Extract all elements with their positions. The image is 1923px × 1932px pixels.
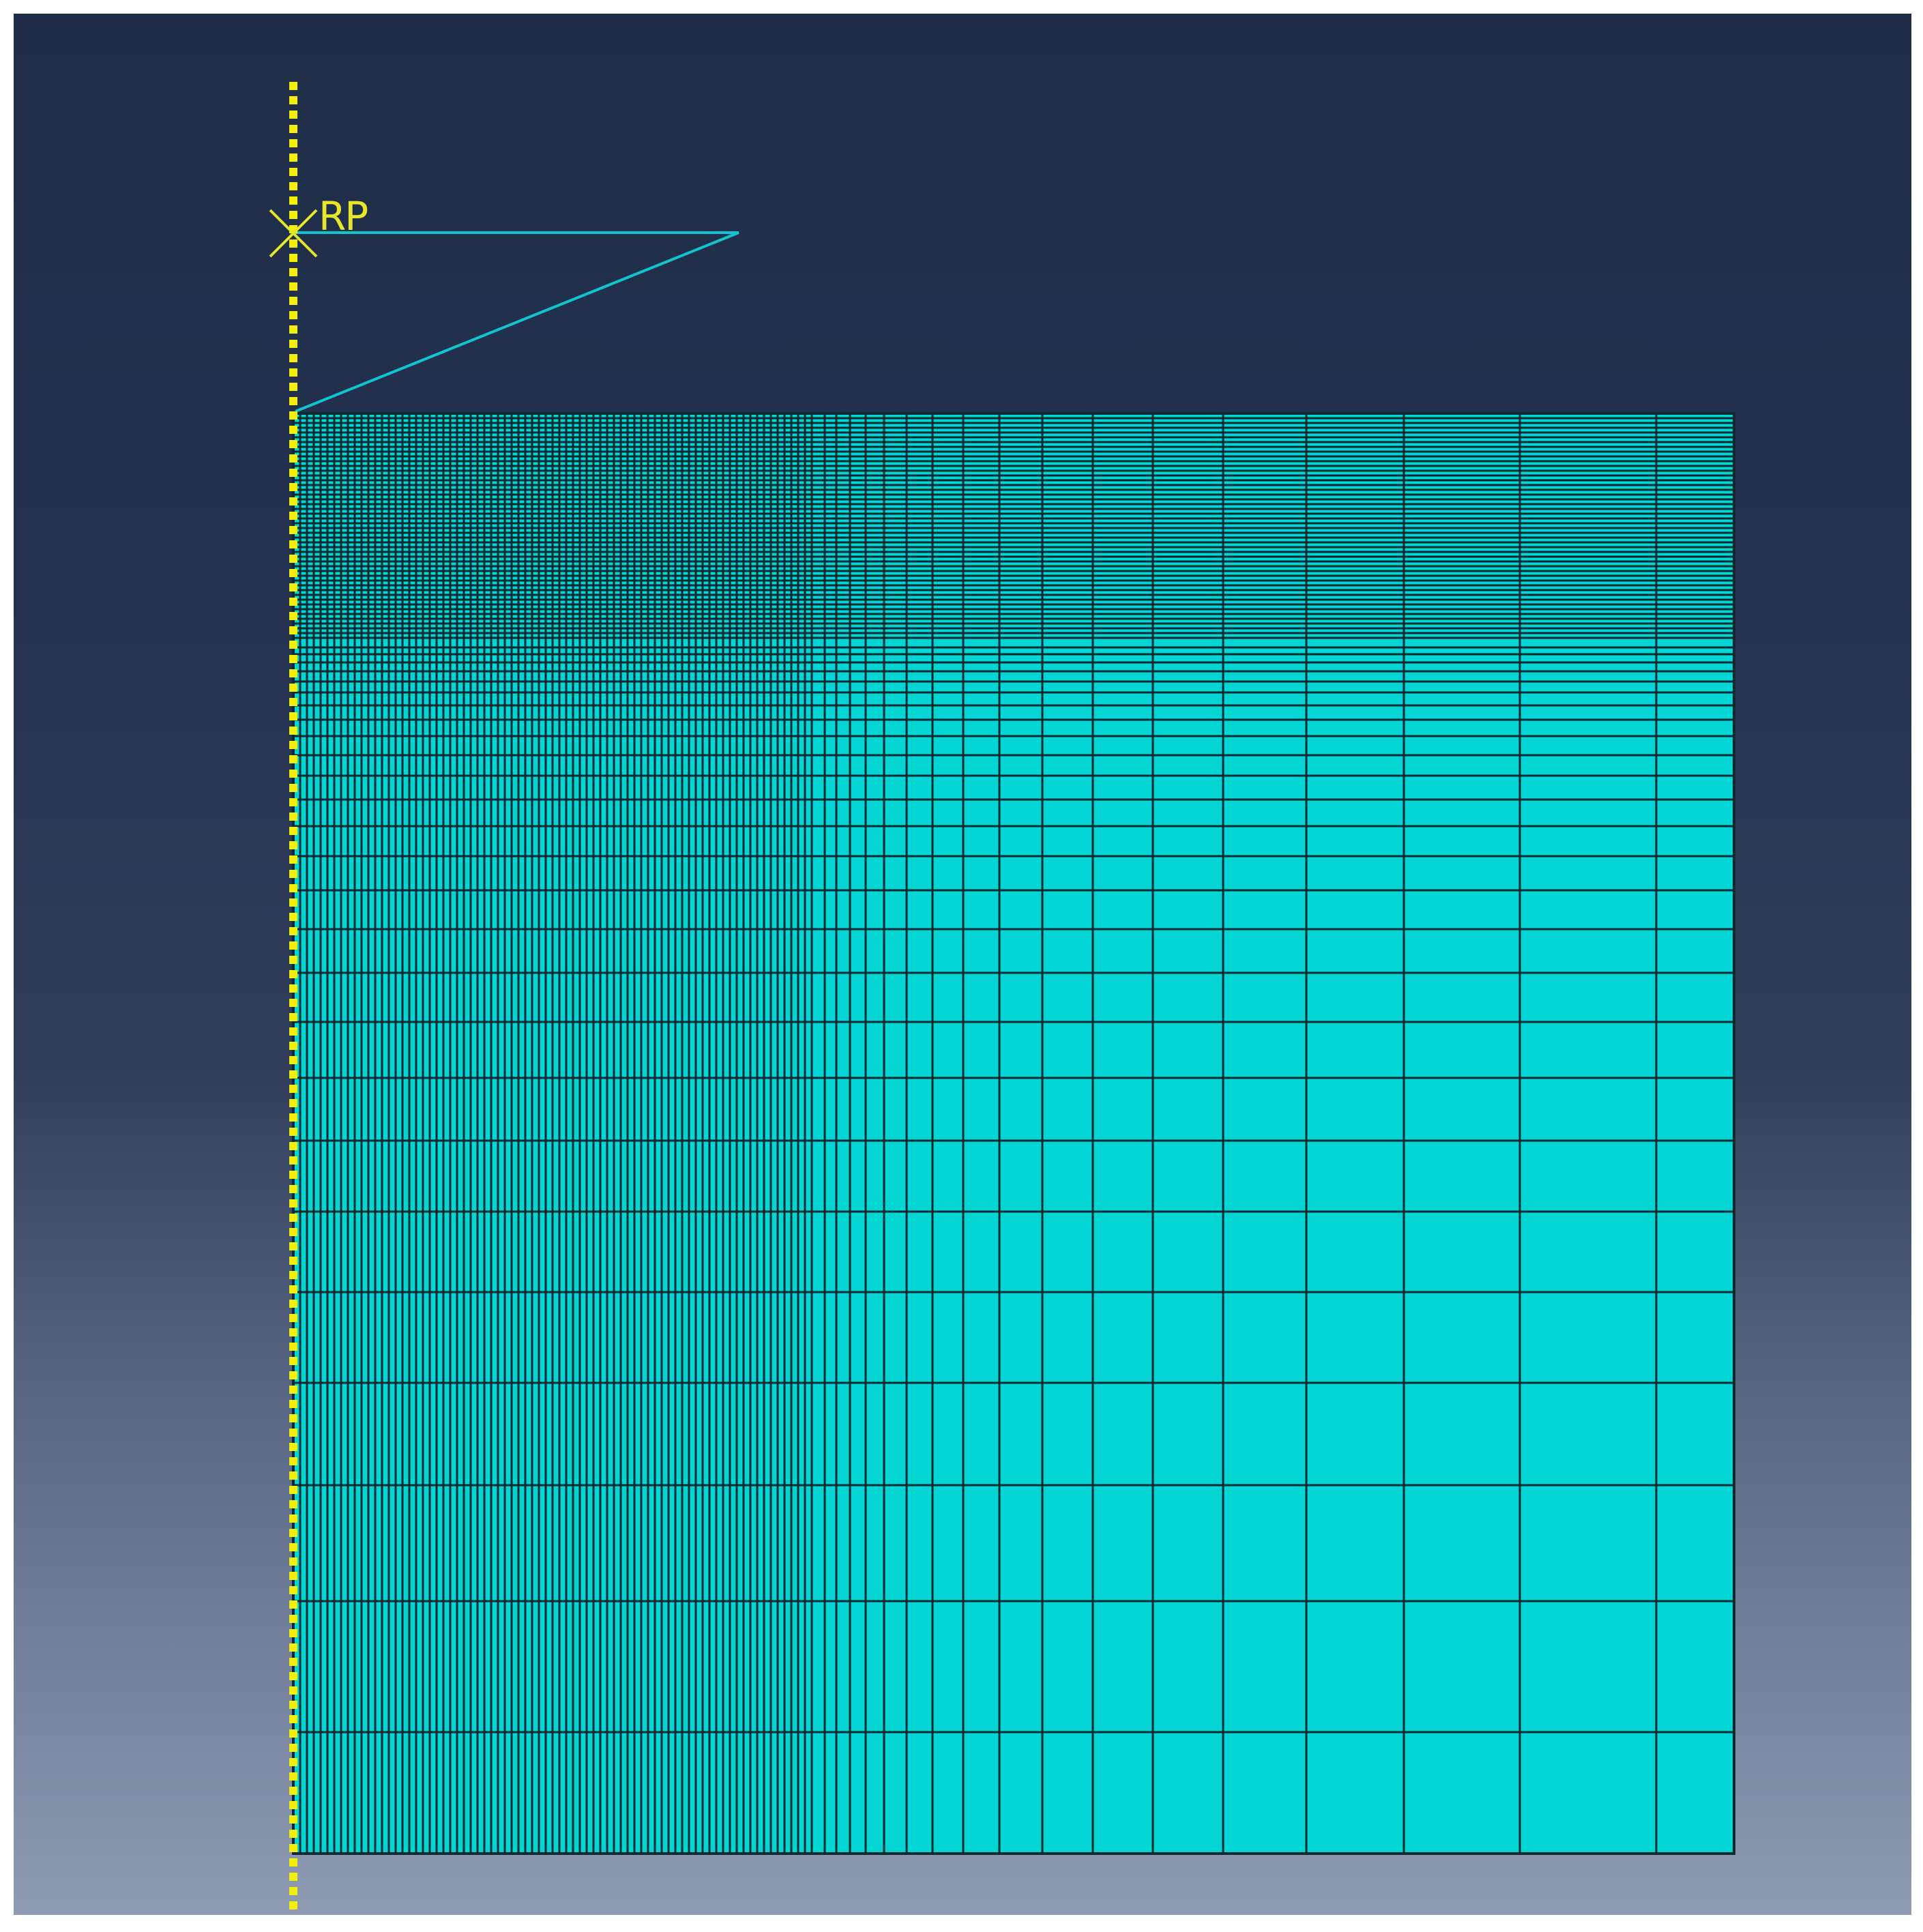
mesh[interactable] (292, 412, 1735, 1855)
indenter-slope-edge[interactable] (295, 231, 739, 413)
abaqus-viewport[interactable]: RP (14, 14, 1911, 1915)
model-canvas[interactable] (14, 14, 1911, 1915)
indenter-profile[interactable] (295, 231, 739, 413)
reference-point-label[interactable]: RP (319, 196, 368, 236)
mesh-region[interactable] (293, 413, 1734, 1854)
